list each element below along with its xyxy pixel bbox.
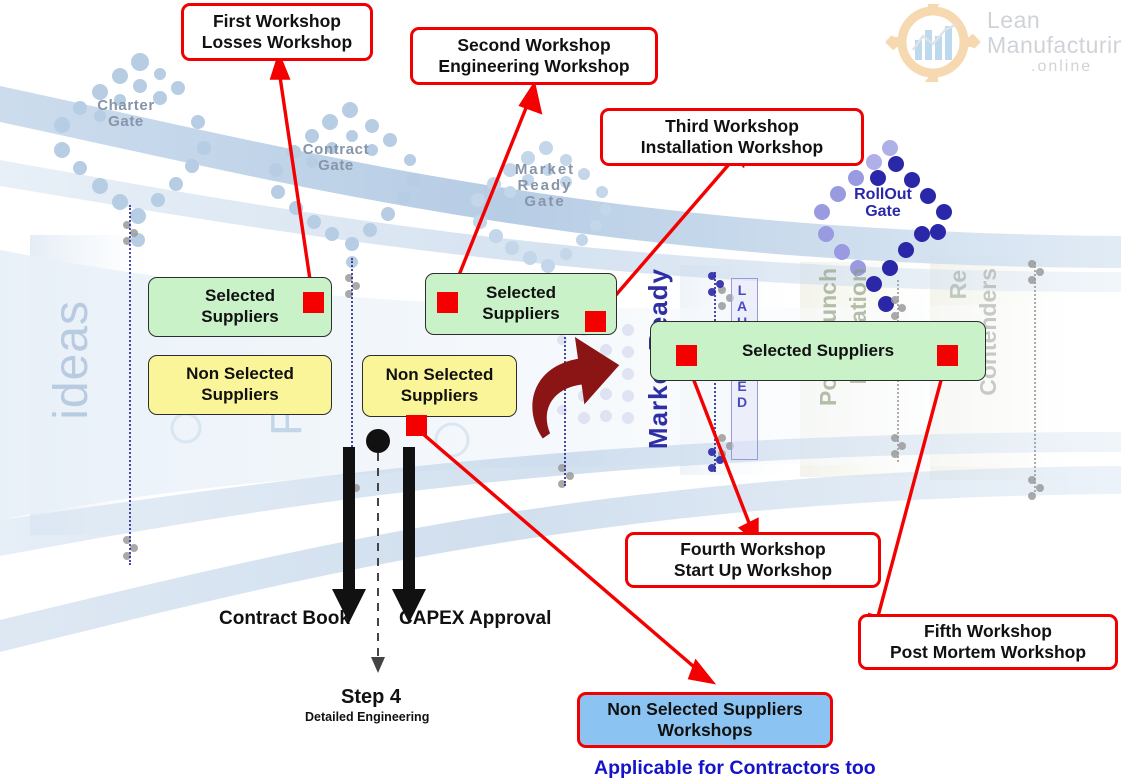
callout-label: First Workshop Losses Workshop (201, 10, 353, 52)
charter-gate-dots (54, 53, 211, 247)
stage-divider-6 (1034, 262, 1036, 492)
lean-manufacturing-logo: Lean Manufacturing .online (883, 0, 1121, 90)
logo-line-2: Manufacturing (987, 32, 1121, 58)
callout-label: Fourth Workshop Start Up Workshop (673, 538, 833, 580)
gate-label-rollout: RollOut Gate (854, 186, 912, 221)
callout-label: Third Workshop Installation Workshop (640, 115, 824, 157)
callout-label: Non Selected Suppliers Workshops (607, 698, 803, 740)
box-selected-suppliers-3[interactable]: Selected Suppliers (650, 321, 986, 381)
callout-fourth-workshop[interactable]: Fourth Workshop Start Up Workshop (625, 532, 881, 588)
gate-label-charter: Charter Gate (97, 97, 155, 131)
label-step-title: Step 4 (341, 686, 402, 708)
callout-label: Second Workshop Engineering Workshop (438, 34, 630, 76)
label-footnote: Applicable for Contractors too (594, 757, 876, 779)
box-label: Non Selected Suppliers (186, 364, 294, 404)
gate-label-market-ready: Market Ready Gate (514, 161, 576, 211)
callout-first-workshop[interactable]: First Workshop Losses Workshop (181, 3, 373, 61)
marker-fifth-workshop[interactable] (937, 345, 958, 366)
marker-third-workshop[interactable] (585, 311, 606, 332)
box-label: Non Selected Suppliers (385, 365, 494, 405)
label-capex-approval: CAPEX Approval (399, 608, 552, 629)
box-label: Selected Suppliers (482, 283, 560, 323)
callout-label: Fifth Workshop Post Mortem Workshop (889, 620, 1087, 662)
logo-line-1: Lean (987, 7, 1041, 33)
stage-word-ideas: ideas (45, 300, 98, 420)
gear-bar-chart-icon (885, 0, 981, 90)
callout-second-workshop[interactable]: Second Workshop Engineering Workshop (410, 27, 658, 85)
callout-third-workshop[interactable]: Third Workshop Installation Workshop (600, 108, 864, 166)
box-non-selected-suppliers-2[interactable]: Non Selected Suppliers (362, 355, 517, 417)
step-flow-arrows (332, 429, 426, 673)
logo-line-3: .online (1031, 58, 1093, 75)
box-non-selected-suppliers-1[interactable]: Non Selected Suppliers (148, 355, 332, 415)
contract-gate-dots (269, 102, 421, 268)
marker-second-workshop[interactable] (437, 292, 458, 313)
diagram-canvas: Charter Gate Contract Gate Market Ready … (0, 0, 1121, 784)
stage-divider-1 (129, 205, 131, 565)
label-contract-book: Contract Book (219, 608, 350, 629)
logo-text: Lean Manufacturing (987, 8, 1121, 58)
decision-dot (366, 429, 390, 453)
marker-fourth-workshop[interactable] (676, 345, 697, 366)
box-label: Selected Suppliers (201, 286, 279, 326)
gate-label-contract: Contract Gate (302, 141, 370, 175)
callout-non-selected-workshops[interactable]: Non Selected Suppliers Workshops (577, 692, 833, 748)
callout-fifth-workshop[interactable]: Fifth Workshop Post Mortem Workshop (858, 614, 1118, 670)
marker-first-workshop[interactable] (303, 292, 324, 313)
label-step-subtitle: Detailed Engineering (305, 710, 430, 724)
stage-word-re: Re (945, 270, 971, 300)
box-label: Selected Suppliers (741, 340, 895, 360)
